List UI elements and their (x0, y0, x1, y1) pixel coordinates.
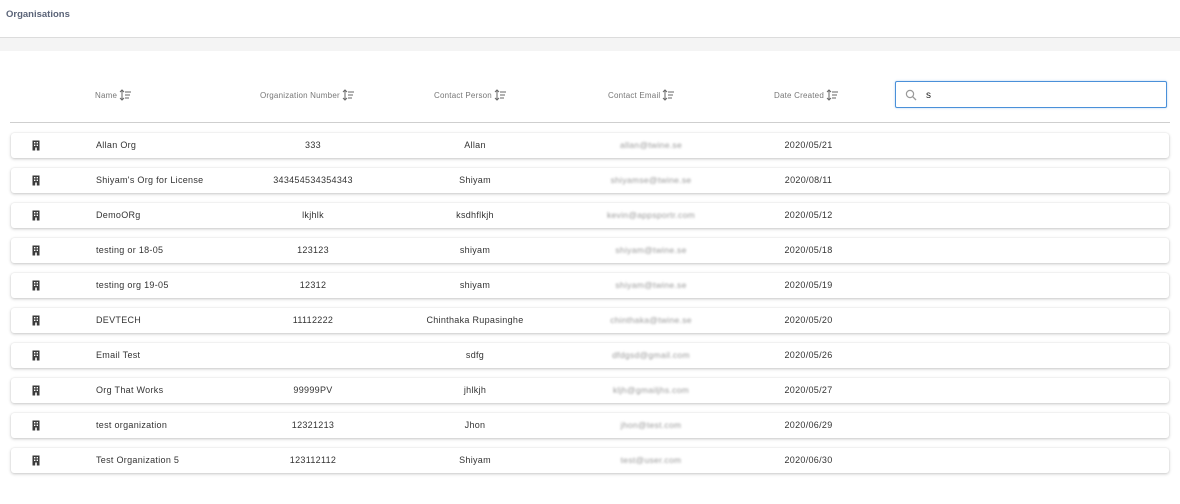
cell-contact-email: kevin@appsportr.com (606, 210, 696, 220)
table-row[interactable]: DEVTECH 11112222 Chinthaka Rupasinghe chint… (11, 308, 1169, 333)
cell-contact-email: shiyam@twine.se (615, 280, 687, 290)
search-input[interactable] (926, 86, 1156, 104)
cell-org-number: lkjhlk (302, 210, 324, 220)
building-icon (32, 175, 40, 186)
column-header-name[interactable]: Name (95, 87, 132, 103)
table-row[interactable]: testing org 19-05 12312 shiyam shiyam@twine… (11, 273, 1169, 298)
column-header-contact-email-label: Contact Email (608, 90, 661, 100)
cell-contact-person: shiyam (459, 245, 491, 255)
cell-contact-email: chinthaka@twine.se (610, 315, 692, 325)
search-icon (905, 89, 917, 101)
column-header-org-number-label: Organization Number (260, 90, 340, 100)
cell-org-number: 123112112 (289, 455, 337, 465)
cell-contact-person: Allan (464, 140, 486, 150)
cell-date-created: 2020/05/12 (784, 210, 833, 220)
cell-contact-email: kljh@gmailjhs.com (612, 385, 690, 395)
table-row[interactable]: Shiyam's Org for License 343454534354343 S… (11, 168, 1169, 193)
cell-contact-person: shiyam (459, 280, 491, 290)
cell-name: DemoORg (96, 210, 141, 220)
cell-date-created: 2020/05/19 (784, 280, 833, 290)
cell-contact-person: Chinthaka Rupasinghe (426, 315, 524, 325)
column-header-org-number[interactable]: Organization Number (260, 87, 355, 103)
sort-icon (663, 89, 675, 101)
search-box (895, 81, 1167, 108)
column-header-contact-email[interactable]: Contact Email (608, 87, 675, 103)
cell-contact-person: jhlkjh (463, 385, 487, 395)
table-row[interactable]: Test Organization 5 123112112 Shiyam test@u… (11, 448, 1169, 473)
cell-name: Email Test (96, 350, 141, 360)
cell-org-number: 99999PV (293, 385, 333, 395)
cell-contact-person: sdfg (465, 350, 485, 360)
building-icon (32, 420, 40, 431)
cell-contact-person: ksdhflkjh (456, 210, 494, 220)
building-icon (32, 315, 40, 326)
cell-name: Shiyam's Org for License (96, 175, 204, 185)
cell-org-number (251, 343, 375, 368)
building-icon (32, 350, 40, 361)
cell-contact-email: jhon@test.com (620, 420, 682, 430)
cell-contact-email: shiyam@twine.se (615, 245, 687, 255)
cell-name: testing org 19-05 (96, 280, 169, 290)
building-icon (32, 280, 40, 291)
cell-date-created: 2020/05/26 (784, 350, 833, 360)
building-icon (32, 245, 40, 256)
column-header-date-created[interactable]: Date Created (774, 87, 839, 103)
cell-contact-email: test@user.com (620, 455, 682, 465)
building-icon (32, 140, 40, 151)
cell-contact-person: Shiyam (459, 175, 491, 185)
cell-name: test organization (96, 420, 168, 430)
column-header-contact-person-label: Contact Person (434, 90, 492, 100)
table-row[interactable]: Org That Works 99999PV jhlkjh kljh@gmailjhs… (11, 378, 1169, 403)
cell-name: Test Organization 5 (96, 455, 180, 465)
top-bar: Organisations (0, 0, 1180, 38)
cell-date-created: 2020/08/11 (784, 175, 833, 185)
cell-contact-email: shiyamse@twine.se (610, 175, 692, 185)
page-title: Organisations (6, 9, 70, 20)
cell-contact-person: Jhon (464, 420, 486, 430)
table-row[interactable]: test organization 12321213 Jhon jhon@test.c… (11, 413, 1169, 438)
cell-name: testing or 18-05 (96, 245, 164, 255)
table-row[interactable]: Allan Org 333 Allan allan@twine.se 2020/05/2… (11, 133, 1169, 158)
cell-date-created: 2020/05/18 (784, 245, 833, 255)
cell-date-created: 2020/06/30 (784, 455, 833, 465)
building-icon (32, 455, 40, 466)
cell-date-created: 2020/05/20 (784, 315, 833, 325)
column-header-contact-person[interactable]: Contact Person (434, 87, 507, 103)
cell-contact-person: Shiyam (459, 455, 491, 465)
column-header-name-label: Name (95, 90, 118, 100)
table-row[interactable]: testing or 18-05 123123 shiyam shiyam@twine… (11, 238, 1169, 263)
cell-org-number: 12312 (299, 280, 327, 290)
cell-contact-email: dfdgsd@gmail.com (612, 350, 690, 360)
cell-org-number: 11112222 (292, 315, 334, 325)
cell-org-number: 12321213 (291, 420, 335, 430)
cell-date-created: 2020/05/21 (784, 140, 833, 150)
building-icon (32, 385, 40, 396)
sort-icon (494, 89, 506, 101)
building-icon (32, 210, 40, 221)
cell-name: Allan Org (96, 140, 137, 150)
cell-name: DEVTECH (96, 315, 142, 325)
sort-icon (119, 89, 132, 101)
table-row[interactable]: DemoORg lkjhlk ksdhflkjh kevin@appsportr.co… (11, 203, 1169, 228)
cell-contact-email: allan@twine.se (620, 140, 682, 150)
sort-icon (826, 89, 838, 101)
sub-bar (0, 38, 1180, 51)
cell-name: Org That Works (96, 385, 164, 395)
cell-date-created: 2020/05/27 (784, 385, 833, 395)
cell-date-created: 2020/06/29 (784, 420, 833, 430)
column-header-date-created-label: Date Created (774, 90, 824, 100)
table-row[interactable]: Email Test sdfg dfdgsd@gmail.com 2020/05/26 (11, 343, 1169, 368)
cell-org-number: 123123 (297, 245, 329, 255)
cell-org-number: 343454534354343 (273, 175, 353, 185)
sort-icon (342, 89, 354, 101)
cell-org-number: 333 (305, 140, 321, 150)
